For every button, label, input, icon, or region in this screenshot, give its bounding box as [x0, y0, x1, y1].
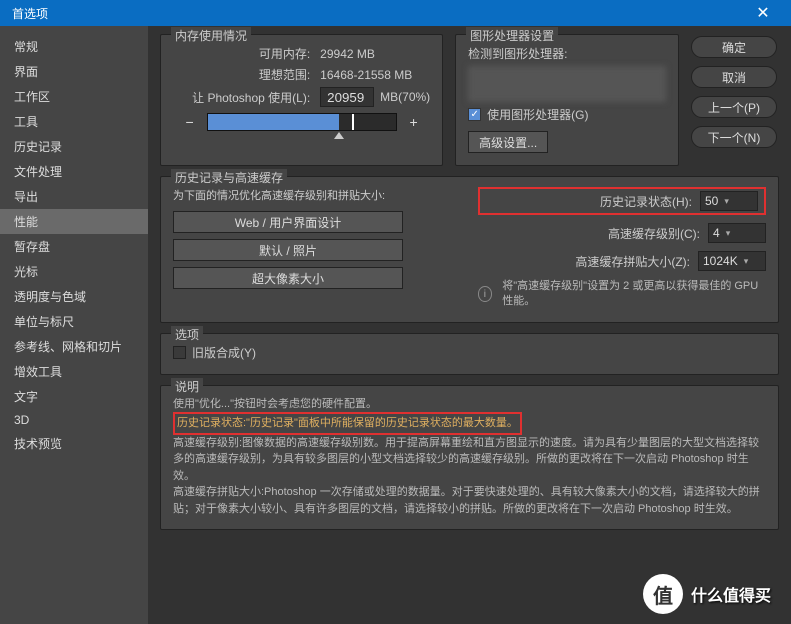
watermark-text: 什么值得买 — [691, 582, 771, 606]
description-group-title: 说明 — [171, 378, 203, 395]
close-button[interactable]: ✕ — [743, 0, 783, 26]
memory-group-title: 内存使用情况 — [171, 27, 251, 44]
ps-use-suffix: MB(70%) — [380, 90, 430, 104]
next-button[interactable]: 下一个(N) — [691, 126, 777, 148]
watermark: 值 什么值得买 — [643, 574, 771, 614]
desc-line1: 使用"优化..."按钮时会考虑您的硬件配置。 — [173, 396, 766, 413]
sidebar-item-tools[interactable]: 工具 — [0, 109, 148, 134]
sidebar-item-history[interactable]: 历史记录 — [0, 134, 148, 159]
desc-body: 高速缓存级别:图像数据的高速缓存级别数。用于提高屏幕重绘和直方图显示的速度。请为… — [173, 435, 766, 518]
sidebar-item-units[interactable]: 单位与标尺 — [0, 309, 148, 334]
slider-handle-icon[interactable] — [334, 132, 344, 139]
gpu-group-title: 图形处理器设置 — [466, 27, 558, 44]
options-group-title: 选项 — [171, 326, 203, 343]
history-subtitle: 为下面的情况优化高速缓存级别和拼贴大小: — [173, 187, 462, 203]
sidebar-item-export[interactable]: 导出 — [0, 184, 148, 209]
sidebar-item-workspace[interactable]: 工作区 — [0, 84, 148, 109]
chevron-down-icon: ▾ — [726, 228, 731, 239]
ps-use-input[interactable] — [320, 87, 374, 107]
optimize-large-button[interactable]: 超大像素大小 — [173, 267, 403, 289]
sidebar-item-3d[interactable]: 3D — [0, 409, 148, 431]
sidebar-item-transparency[interactable]: 透明度与色域 — [0, 284, 148, 309]
use-gpu-checkbox[interactable]: ✓ 使用图形处理器(G) — [468, 106, 588, 123]
sidebar-item-interface[interactable]: 界面 — [0, 59, 148, 84]
cache-levels-label: 高速缓存级别(C): — [608, 225, 700, 242]
optimize-web-button[interactable]: Web / 用户界面设计 — [173, 211, 403, 233]
sidebar-item-plugins[interactable]: 增效工具 — [0, 359, 148, 384]
ps-use-label: 让 Photoshop 使用(L): — [192, 89, 310, 106]
cache-tip: 将"高速缓存级别"设置为 2 或更高以获得最佳的 GPU性能。 — [502, 279, 766, 310]
gpu-advanced-button[interactable]: 高级设置... — [468, 131, 548, 153]
use-gpu-label: 使用图形处理器(G) — [487, 106, 588, 123]
sidebar-item-cursor[interactable]: 光标 — [0, 259, 148, 284]
sidebar-item-performance[interactable]: 性能 — [0, 209, 148, 234]
watermark-icon: 值 — [643, 574, 683, 614]
sidebar: 常规 界面 工作区 工具 历史记录 文件处理 导出 性能 暂存盘 光标 透明度与… — [0, 26, 148, 624]
sidebar-item-filehandling[interactable]: 文件处理 — [0, 159, 148, 184]
legacy-composite-label: 旧版合成(Y) — [192, 344, 256, 361]
optimize-default-button[interactable]: 默认 / 照片 — [173, 239, 403, 261]
gpu-info-blurred — [468, 66, 666, 102]
cache-levels-select[interactable]: 4▾ — [708, 223, 766, 243]
sidebar-item-scratchdisk[interactable]: 暂存盘 — [0, 234, 148, 259]
history-states-label: 历史记录状态(H): — [600, 193, 692, 210]
sidebar-item-general[interactable]: 常规 — [0, 34, 148, 59]
sidebar-item-type[interactable]: 文字 — [0, 384, 148, 409]
available-mem-label: 可用内存: — [259, 45, 310, 62]
cancel-button[interactable]: 取消 — [691, 66, 777, 88]
sidebar-item-guides[interactable]: 参考线、网格和切片 — [0, 334, 148, 359]
window-title: 首选项 — [12, 5, 48, 22]
history-group-title: 历史记录与高速缓存 — [171, 169, 287, 186]
tile-size-label: 高速缓存拼贴大小(Z): — [575, 253, 690, 270]
gpu-detected-label: 检测到图形处理器: — [468, 45, 666, 62]
desc-highlight: 历史记录状态:"历史记录"面板中所能保留的历史记录状态的最大数量。 — [173, 412, 522, 435]
legacy-composite-checkbox[interactable]: 旧版合成(Y) — [173, 344, 256, 361]
chevron-down-icon: ▾ — [744, 256, 749, 267]
slider-plus[interactable]: + — [405, 113, 423, 131]
memory-slider[interactable] — [207, 113, 397, 131]
slider-minus[interactable]: − — [181, 113, 199, 131]
info-icon: i — [478, 286, 493, 302]
history-states-highlight: 历史记录状态(H): 50▾ — [478, 187, 767, 215]
ok-button[interactable]: 确定 — [691, 36, 777, 58]
prev-button[interactable]: 上一个(P) — [691, 96, 777, 118]
chevron-down-icon: ▾ — [724, 196, 729, 207]
available-mem-value: 29942 MB — [320, 47, 430, 61]
ideal-range-label: 理想范围: — [259, 66, 310, 83]
checkmark-icon: ✓ — [468, 108, 481, 121]
history-states-select[interactable]: 50▾ — [700, 191, 758, 211]
tile-size-select[interactable]: 1024K▾ — [698, 251, 766, 271]
sidebar-item-techpreview[interactable]: 技术预览 — [0, 431, 148, 456]
ideal-range-value: 16468-21558 MB — [320, 68, 430, 82]
checkbox-empty-icon — [173, 346, 186, 359]
